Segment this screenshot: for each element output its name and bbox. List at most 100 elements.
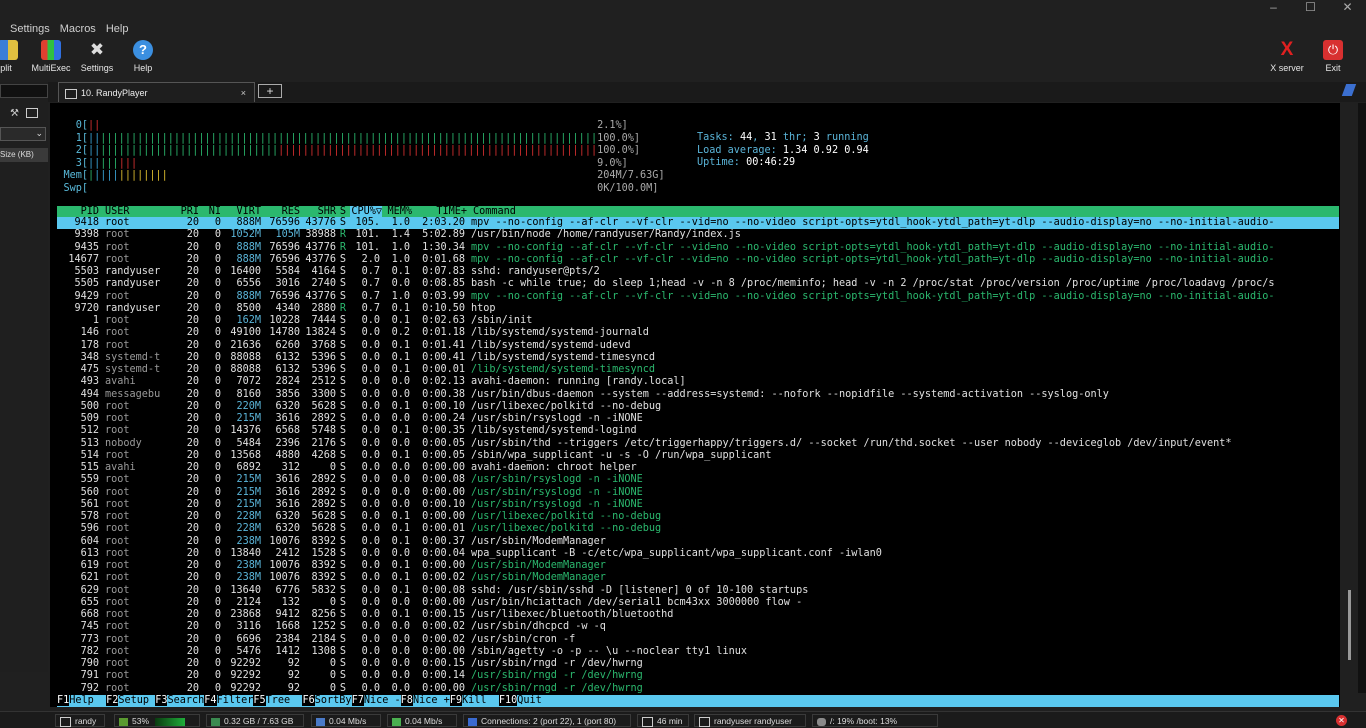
process-pri: 20 (186, 670, 199, 682)
xserver-button[interactable]: X X server (1266, 38, 1308, 80)
fkey-f9[interactable]: F9Kill (449, 695, 499, 707)
process-row[interactable]: 500 root 20 0 220M 6320 5628 S 0.0 0.1 0:00.10/usr… (57, 401, 1339, 413)
process-row[interactable]: 5505 randyuser 20 0 6556 3016 2740 S 0.7 0.0 0:08.… (57, 278, 1339, 290)
process-row[interactable]: 9418 root 20 0 888M 76596 43776 S 105. 1.0 2:03.20… (57, 217, 1339, 230)
fkey-f7[interactable]: F7Nice - (351, 695, 401, 707)
process-row[interactable]: 9398 root 20 0 1052M 105M 38988 R 101. 1.4 5:02.89… (57, 229, 1339, 241)
status-close-icon[interactable]: ✕ (1336, 715, 1347, 726)
status-time[interactable]: 46 min (637, 714, 689, 727)
process-user: root (105, 523, 130, 535)
new-tab-button[interactable]: + (258, 84, 282, 98)
pin-icon[interactable] (1341, 84, 1357, 96)
size-column-header[interactable]: Size (KB) (0, 148, 48, 162)
side-dropdown[interactable]: ⌄ (0, 127, 46, 141)
fkey-f6[interactable]: F6SortBy (302, 695, 352, 707)
terminal-scrollbar[interactable] (1348, 590, 1351, 660)
process-pid: 596 (80, 523, 99, 535)
process-row[interactable]: 514 root 20 0 13568 4880 4268 S 0.0 0.1 0:00.05/sb… (57, 450, 1339, 462)
process-row[interactable]: 773 root 20 0 6696 2384 2184 S 0.0 0.0 0:00.02/usr… (57, 634, 1339, 646)
process-row[interactable]: 629 root 20 0 13640 6776 5832 S 0.0 0.1 0:00.08 ssh… (57, 585, 1339, 597)
process-ni: 0 (214, 413, 221, 424)
terminal-edge (1358, 103, 1366, 693)
settings-button[interactable]: ✖ Settings (78, 38, 116, 80)
process-row[interactable]: 791 root 20 0 92292 92 0 S 0.0 0.0 0:00.14/usr/sbi… (57, 670, 1339, 682)
process-row[interactable]: 494 messagebu 20 0 8160 3856 3300 S 0.0 0.0 0:00.3… (57, 389, 1339, 401)
process-row[interactable]: 178 root 20 0 21636 6260 3768 S 0.0 0.1 0:01.41/li… (57, 340, 1339, 352)
menu-help[interactable]: Help (106, 23, 129, 35)
process-row[interactable]: 5503 randyuser 20 0 16400 5584 4164 S 0.7 0.1 0:07… (57, 266, 1339, 278)
status-cpu[interactable]: 53% (114, 714, 200, 727)
process-row[interactable]: 513 nobody 20 0 5484 2396 2176 S 0.0 0.0 0:00.05/u… (57, 438, 1339, 450)
tab-close-icon[interactable]: × (241, 83, 246, 103)
split-button[interactable]: Split (0, 38, 20, 80)
maximize-button[interactable]: ☐ (1292, 0, 1329, 14)
process-row[interactable]: 578 root 20 0 228M 6320 5628 S 0.0 0.1 0:00.00/usr… (57, 511, 1339, 523)
fkey-f10[interactable]: F10Quit (498, 695, 555, 707)
process-cpu: 0.0 (361, 474, 380, 486)
fkey-f8[interactable]: F8Nice + (400, 695, 450, 707)
process-pid: 9418 (74, 217, 99, 228)
status-disk[interactable]: /: 19% /boot: 13% (812, 714, 938, 727)
process-res: 6776 (275, 584, 300, 596)
process-row[interactable]: 668 root 20 0 23868 9412 8256 S 0.0 0.1 0:00.15/us… (57, 609, 1339, 621)
process-mem: 1.0 (391, 241, 410, 253)
fkey-f3[interactable]: F3Search (155, 695, 205, 707)
close-window-button[interactable]: ✕ (1329, 0, 1366, 14)
process-res: 76596 (269, 253, 300, 265)
process-row[interactable]: 515 avahi 20 0 6892 312 0 S 0.0 0.0 0:00.00 avahi-d… (57, 462, 1339, 474)
process-row[interactable]: 613 root 20 0 13840 2412 1528 S 0.0 0.0 0:00.04 wpa… (57, 548, 1339, 560)
process-row[interactable]: 559 root 20 0 215M 3616 2892 S 0.0 0.0 0:00.08/usr… (57, 474, 1339, 486)
fkey-f1[interactable]: F1Help (57, 695, 107, 707)
fkey-f4[interactable]: F4Filter (204, 695, 254, 707)
process-row[interactable]: 792 root 20 0 92292 92 0 S 0.0 0.0 0:00.00/usr/sbi… (57, 683, 1339, 695)
process-pri: 20 (186, 364, 199, 375)
menu-settings[interactable]: Settings (10, 23, 50, 35)
process-pri: 20 (186, 682, 199, 694)
process-row[interactable]: 561 root 20 0 215M 3616 2892 S 0.0 0.0 0:00.10/usr… (57, 499, 1339, 511)
process-row[interactable]: 1 root 20 0 162M 10228 7444 S 0.0 0.1 0:02.63/sbin… (57, 315, 1339, 327)
process-row[interactable]: 146 root 20 0 49100 14780 13824 S 0.0 0.2 0:01.18 /… (57, 327, 1339, 339)
fkey-f5[interactable]: F5Tree (253, 695, 303, 707)
process-row[interactable]: 9429 root 20 0 888M 76596 43776 S 0.7 1.0 0:03.99 m… (57, 291, 1339, 303)
status-session[interactable]: randyuser randyuser (694, 714, 806, 727)
help-button[interactable]: ? Help (126, 38, 160, 80)
process-row[interactable]: 621 root 20 0 238M 10076 8392 S 0.0 0.1 0:00.02/us… (57, 572, 1339, 584)
process-row[interactable]: 475 systemd-t 20 0 88088 6132 5396 S 0.0 0.1 0:00.… (57, 364, 1339, 376)
minimize-button[interactable]: – (1255, 0, 1292, 14)
menu-macros[interactable]: Macros (60, 23, 96, 35)
process-cpu: 0.0 (361, 351, 380, 363)
process-row[interactable]: 745 root 20 0 3116 1668 1252 S 0.0 0.0 0:00.02/usr… (57, 621, 1339, 633)
process-row[interactable]: 596 root 20 0 228M 6320 5628 S 0.0 0.1 0:00.01/usr… (57, 523, 1339, 535)
process-row[interactable]: 348 systemd-t 20 0 88088 6132 5396 S 0.0 0.1 0:00.… (57, 352, 1339, 364)
side-search-input[interactable] (0, 84, 48, 98)
process-row[interactable]: 619 root 20 0 238M 10076 8392 S 0.0 0.1 0:00.00/us… (57, 560, 1339, 572)
process-pri: 20 (186, 609, 199, 620)
process-row[interactable]: 790 root 20 0 92292 92 0 S 0.0 0.0 0:00.15/usr/sbi… (57, 658, 1339, 670)
status-download[interactable]: 0.04 Mb/s (387, 714, 457, 727)
tab-randyplayer[interactable]: 10. RandyPlayer × (58, 82, 255, 102)
process-row[interactable]: 604 root 20 0 238M 10076 8392 S 0.0 0.1 0:00.37/us… (57, 536, 1339, 548)
exit-button[interactable]: ⏻ Exit (1318, 38, 1348, 80)
process-virt: 215M (236, 498, 261, 510)
process-row[interactable]: 509 root 20 0 215M 3616 2892 S 0.0 0.0 0:00.24/usr… (57, 413, 1339, 425)
process-row[interactable]: 14677 root 20 0 888M 76596 43776 S 2.0 1.0 0:01.68… (57, 254, 1339, 266)
status-user[interactable]: randy (55, 714, 105, 727)
process-row[interactable]: 493 avahi 20 0 7072 2824 2512 S 0.0 0.0 0:02.13 ava… (57, 376, 1339, 388)
process-row[interactable]: 782 root 20 0 5476 1412 1308 S 0.0 0.0 0:00.00/sbi… (57, 646, 1339, 658)
fkey-f2[interactable]: F2Setup (106, 695, 156, 707)
process-row[interactable]: 560 root 20 0 215M 3616 2892 S 0.0 0.0 0:00.00/usr… (57, 487, 1339, 499)
status-memory[interactable]: 0.32 GB / 7.63 GB (206, 714, 304, 727)
process-row[interactable]: 655 root 20 0 2124 132 0 S 0.0 0.0 0:00.00/usr/bin… (57, 597, 1339, 609)
process-res: 6320 (275, 400, 300, 412)
process-cpu: 0.0 (361, 462, 380, 473)
terminal[interactable]: 0[|| 2.1%] 1[|||||||||||||||||||||||||||… (50, 103, 1340, 707)
side-tools-icon[interactable]: ⚒ (10, 108, 20, 119)
process-row[interactable]: 9435 root 20 0 888M 76596 43776 R 101. 1.0 1:30.34… (57, 242, 1339, 254)
multiexec-button[interactable]: MultiExec (30, 38, 72, 80)
status-upload[interactable]: 0.04 Mb/s (311, 714, 381, 727)
fkey-label: Setup (118, 695, 156, 706)
status-connections[interactable]: Connections: 2 (port 22), 1 (port 80) (463, 714, 631, 727)
process-row[interactable]: 9720 randyuser 20 0 8500 4340 2880 R 0.7 0.1 0:10.… (57, 303, 1339, 315)
process-row[interactable]: 512 root 20 0 14376 6568 5748 S 0.0 0.1 0:00.35/li… (57, 425, 1339, 437)
side-monitor-icon[interactable] (26, 108, 38, 118)
